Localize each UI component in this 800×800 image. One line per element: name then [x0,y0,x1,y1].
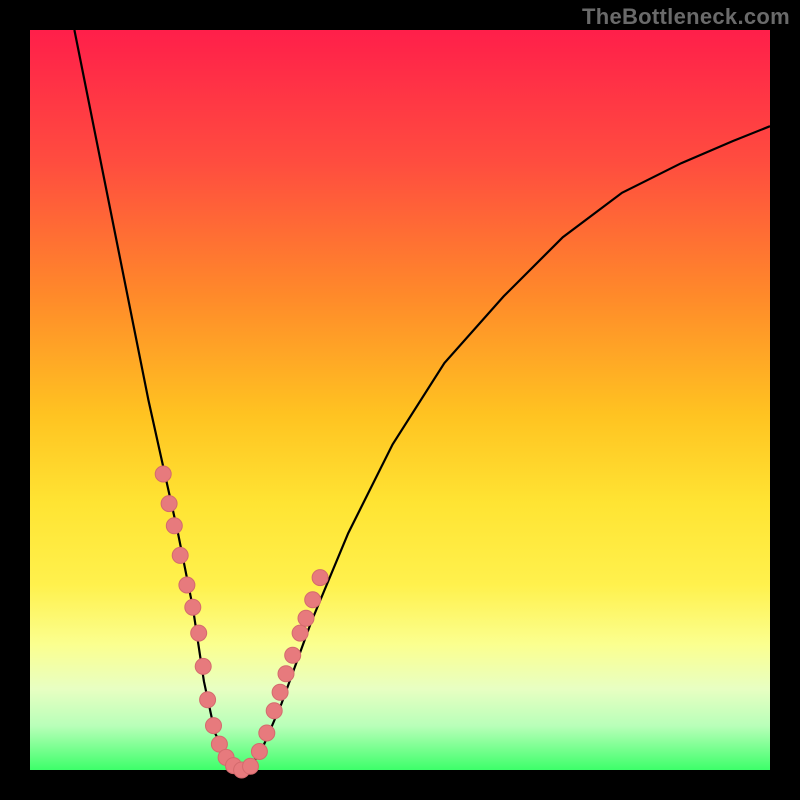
data-marker [305,592,321,608]
data-marker [292,625,308,641]
data-marker [195,658,211,674]
data-marker [166,518,182,534]
chart-plot-area [30,30,770,770]
data-marker [312,570,328,586]
watermark-text: TheBottleneck.com [582,4,790,30]
data-marker [278,666,294,682]
chart-svg [30,30,770,770]
data-marker [200,692,216,708]
data-marker [172,547,188,563]
v-curve [74,30,770,770]
data-marker [266,703,282,719]
marker-layer [155,466,328,778]
data-marker [161,496,177,512]
data-marker [259,725,275,741]
data-marker [179,577,195,593]
data-marker [155,466,171,482]
data-marker [206,718,222,734]
data-marker [191,625,207,641]
curve-layer [74,30,770,770]
chart-frame: TheBottleneck.com [0,0,800,800]
data-marker [243,758,259,774]
data-marker [185,599,201,615]
data-marker [285,647,301,663]
data-marker [298,610,314,626]
data-marker [251,744,267,760]
data-marker [272,684,288,700]
